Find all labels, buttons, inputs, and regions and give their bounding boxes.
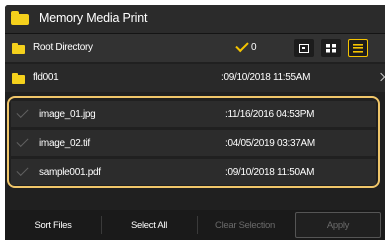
path-bar: Root Directory 0	[5, 34, 385, 62]
folder-date: :09/10/2018 11:55AM	[221, 72, 311, 83]
checkmark-icon	[16, 105, 29, 119]
file-name: image_02.tif	[39, 138, 90, 149]
grid-view-icon	[326, 43, 336, 53]
toolbar-divider	[101, 216, 102, 234]
file-row[interactable]: image_02.tif :04/05/2019 03:37AM	[11, 130, 376, 156]
selected-count: 0	[251, 42, 257, 53]
folder-icon	[11, 11, 29, 25]
clear-selection-button[interactable]: Clear Selection	[201, 212, 289, 238]
select-all-button[interactable]: Select All	[105, 212, 193, 238]
file-row[interactable]: sample001.pdf :09/10/2018 11:50AM	[11, 159, 376, 185]
title-bar: Memory Media Print	[5, 5, 385, 34]
checkmark-icon	[16, 163, 29, 177]
file-date: :11/16/2016 04:53PM	[225, 109, 315, 120]
checkmark-icon	[235, 38, 249, 53]
file-date: :09/10/2018 11:50AM	[225, 167, 315, 178]
folder-icon	[12, 73, 25, 84]
bottom-toolbar: Sort Files Select All Clear Selection Ap…	[5, 210, 385, 240]
file-row[interactable]: image_01.jpg :11/16/2016 04:53PM	[11, 101, 376, 127]
thumbnail-view-icon	[299, 43, 309, 53]
file-name: image_01.jpg	[39, 109, 96, 120]
list-view-button[interactable]	[348, 39, 368, 57]
chevron-right-icon	[376, 72, 385, 82]
current-directory-label: Root Directory	[33, 42, 93, 53]
file-name: sample001.pdf	[39, 167, 101, 178]
folder-icon	[12, 43, 25, 54]
list-view-icon	[353, 43, 363, 53]
sort-files-button[interactable]: Sort Files	[9, 212, 97, 238]
checkmark-icon	[16, 134, 29, 148]
grid-view-button[interactable]	[321, 39, 341, 57]
screen-title: Memory Media Print	[39, 11, 148, 25]
apply-button[interactable]: Apply	[295, 212, 381, 238]
file-date: :04/05/2019 03:37AM	[225, 138, 315, 149]
memory-media-print-screen: Memory Media Print Root Directory 0 fld0…	[5, 5, 385, 240]
thumbnail-view-button[interactable]	[294, 39, 314, 57]
folder-row[interactable]: fld001 :09/10/2018 11:55AM	[5, 64, 385, 92]
file-list: image_01.jpg :11/16/2016 04:53PM image_0…	[7, 96, 380, 188]
toolbar-divider	[197, 216, 198, 234]
folder-name: fld001	[33, 72, 59, 83]
